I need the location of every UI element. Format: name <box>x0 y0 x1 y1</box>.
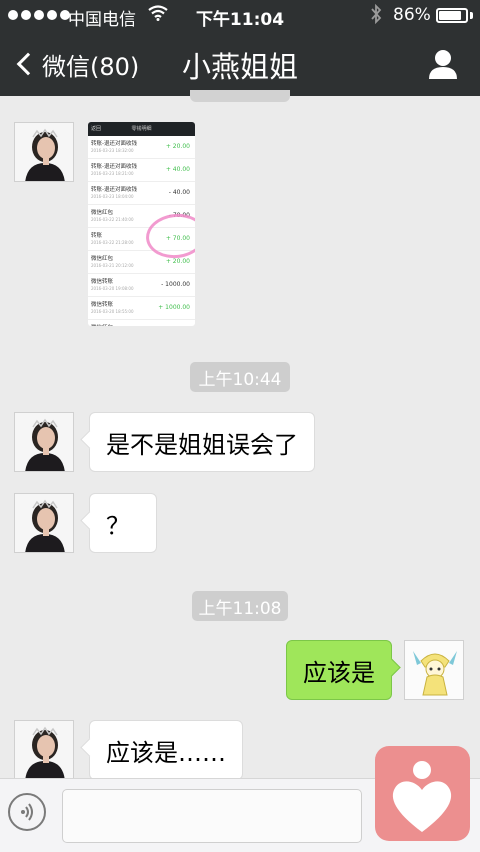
person-icon <box>429 50 457 79</box>
image-row: 微信转账 2016-03-20 18:55:00 + 1000.00 <box>88 297 195 320</box>
chat-info-button[interactable] <box>426 48 460 80</box>
timestamp-2: 上午11:08 <box>192 591 288 621</box>
image-row-subtitle: 2016-03-23 18:32:00 <box>91 148 134 153</box>
image-row-subtitle: 2016-03-21 20:12:00 <box>91 263 134 268</box>
image-row: 微信转账 2016-03-20 19:08:00 - 1000.00 <box>88 274 195 297</box>
image-row-amount: + 20.00 <box>165 143 190 150</box>
image-row: 微信红包2016-03-19 17:30:00 <box>88 320 195 326</box>
image-row-title: 微信红包 <box>91 210 114 216</box>
image-row-subtitle: 2016-03-20 19:08:00 <box>91 286 134 291</box>
image-row-title: 微信转账 <box>91 279 114 285</box>
image-row-amount: - 40.00 <box>168 189 190 196</box>
image-row-title: 微信红包 <box>91 256 114 262</box>
image-row-title: 转账-退还对面收钱 <box>91 164 137 170</box>
message-bubble-incoming[interactable]: 应该是…… <box>89 720 243 780</box>
back-button[interactable]: 微信(80) <box>12 48 140 81</box>
image-row-subtitle: 2016-03-22 21:28:00 <box>91 240 134 245</box>
image-row-amount: + 40.00 <box>165 166 190 173</box>
image-message[interactable]: 返回 零钱明细 转账-退还对面收钱 2016-03-23 18:32:00 + 20… <box>88 122 195 326</box>
message-bubble-outgoing[interactable]: 应该是 <box>286 640 392 700</box>
back-label: 微信(80) <box>42 52 140 81</box>
image-row-subtitle: 2016-03-22 21:40:00 <box>91 217 134 222</box>
heart-icon <box>392 761 452 832</box>
avatar-image <box>15 494 73 552</box>
battery-fill <box>439 11 461 20</box>
image-row: 转账-退还对面收钱 2016-03-23 18:04:00 - 40.00 <box>88 182 195 205</box>
avatar-image <box>15 413 73 471</box>
image-row-subtitle: 2016-03-23 18:04:00 <box>91 194 134 199</box>
voice-input-button[interactable] <box>8 793 46 831</box>
battery-percent: 86% <box>393 5 431 25</box>
image-row-title: 转账-退还对面收钱 <box>91 187 137 193</box>
contact-avatar[interactable] <box>14 412 74 472</box>
image-row-title: 转账 <box>91 233 103 239</box>
top-bar: 中国电信 下午11:04 86% 微信(80) 小燕姐姐 <box>0 0 480 96</box>
chevron-left-icon <box>16 52 40 76</box>
timestamp-1: 上午10:44 <box>190 362 290 392</box>
avatar-image <box>15 721 73 779</box>
image-header: 返回 零钱明细 <box>88 122 195 136</box>
previous-timestamp <box>190 90 290 102</box>
contact-avatar[interactable] <box>14 122 74 182</box>
contact-avatar[interactable] <box>14 720 74 780</box>
image-row-amount: - 1000.00 <box>161 281 190 288</box>
image-row: 转账-退还对面收钱 2016-03-23 18:32:00 + 20.00 <box>88 136 195 159</box>
image-row-title: 微信转账 <box>91 302 114 308</box>
avatar-image <box>405 641 463 699</box>
avatar-image <box>15 123 73 181</box>
message-text: ？ <box>106 511 130 540</box>
contact-avatar[interactable] <box>14 493 74 553</box>
floating-app-button[interactable] <box>375 746 470 841</box>
message-bubble-incoming[interactable]: 是不是姐姐误会了 <box>89 412 315 472</box>
image-row-subtitle: 2016-03-23 18:21:00 <box>91 171 134 176</box>
battery-icon <box>436 8 468 23</box>
message-bubble-incoming[interactable]: ？ <box>89 493 157 553</box>
message-input[interactable] <box>62 789 362 843</box>
bluetooth-icon <box>370 3 382 29</box>
image-row: 转账-退还对面收钱 2016-03-23 18:21:00 + 40.00 <box>88 159 195 182</box>
message-text: 应该是 <box>303 658 375 687</box>
voice-icon <box>21 803 33 821</box>
image-row-amount: + 20.00 <box>165 258 190 265</box>
image-row-subtitle: 2016-03-20 18:55:00 <box>91 309 134 314</box>
image-row-amount: + 1000.00 <box>158 304 190 311</box>
my-avatar[interactable] <box>404 640 464 700</box>
image-row-title: 微信红包 <box>91 323 113 326</box>
message-text: 是不是姐姐误会了 <box>106 430 298 459</box>
status-bar: 中国电信 下午11:04 86% <box>0 0 480 32</box>
image-row-title: 转账-退还对面收钱 <box>91 141 137 147</box>
message-text: 应该是…… <box>106 738 226 767</box>
battery-tip <box>470 12 473 19</box>
